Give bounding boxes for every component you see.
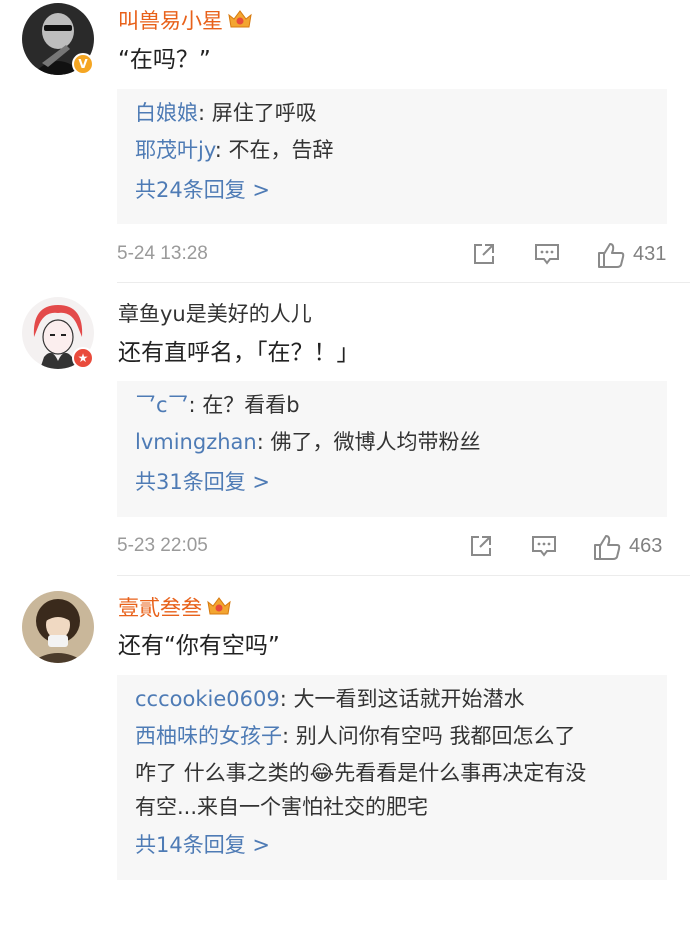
crown-icon: [227, 8, 253, 36]
like-icon[interactable]: [592, 533, 622, 561]
reply-text: 不在，告辞: [228, 138, 334, 162]
reply-line: lvmingzhan: 佛了，微博人均带粉丝: [135, 422, 649, 462]
avatar[interactable]: [22, 591, 94, 663]
replies-box[interactable]: 白娘娘: 屏住了呼吸 耶茂叶jy: 不在，告辞 共24条回复 >: [117, 89, 667, 224]
reply-line: 咋了 什么事之类的😂先看看是什么事再决定有没: [135, 756, 649, 790]
comment-text: 还有直呼名，「在？！」: [118, 340, 360, 366]
reply-sep: :: [198, 101, 212, 125]
crown-icon: [206, 595, 232, 623]
reply-line: 白娘娘: 屏住了呼吸: [135, 97, 649, 130]
divider: [117, 282, 690, 283]
replies-box[interactable]: cccookie0609: 大一看到这话就开始潜水 西柚味的女孩子: 别人问你有…: [117, 675, 667, 880]
username[interactable]: 叫兽易小星: [118, 8, 253, 36]
comment-text: 还有“你有空吗”: [118, 633, 280, 659]
share-icon[interactable]: [471, 241, 497, 267]
comment-text: “在吗？”: [118, 47, 211, 73]
comment-footer: 5-23 22:05 463: [117, 531, 667, 561]
reply-username[interactable]: 耶茂叶jy: [135, 138, 215, 162]
reply-sep: :: [188, 393, 203, 417]
reply-sep: :: [256, 430, 271, 454]
username[interactable]: 壹貳叁叁: [118, 595, 232, 623]
reply-line: 西柚味的女孩子: 别人问你有空吗 我都回怎么了: [135, 716, 649, 756]
reply-username[interactable]: lvmingzhan: [135, 430, 257, 454]
comment-icon[interactable]: [533, 241, 561, 267]
reply-username[interactable]: cccookie0609: [135, 687, 280, 711]
reply-text: 佛了，微博人均带粉丝: [270, 430, 481, 454]
like-count: 431: [633, 243, 667, 265]
reply-username[interactable]: 西柚味的女孩子: [135, 724, 282, 748]
timestamp: 5-23 22:05: [117, 535, 208, 556]
like-count: 463: [629, 535, 663, 557]
reply-text: 咋了 什么事之类的😂先看看是什么事再决定有没: [135, 761, 587, 785]
share-icon[interactable]: [468, 533, 494, 559]
comment-icon[interactable]: [530, 533, 558, 559]
more-replies-link[interactable]: 共14条回复 >: [135, 824, 649, 866]
divider: [117, 575, 690, 576]
reply-text: 别人问你有空吗 我都回怎么了: [295, 724, 576, 748]
reply-line: 有空...来自一个害怕社交的肥宅: [135, 790, 649, 824]
reply-text: 在？看看b: [202, 393, 300, 417]
username[interactable]: 章鱼yu是美好的人儿: [118, 301, 312, 327]
reply-username[interactable]: 乛c乛: [135, 393, 189, 417]
reply-line: 耶茂叶jy: 不在，告辞: [135, 130, 649, 170]
like-icon[interactable]: [596, 241, 626, 269]
reply-text: 大一看到这话就开始潜水: [293, 687, 525, 711]
timestamp: 5-24 13:28: [117, 243, 208, 264]
comment-footer: 5-24 13:28 431: [117, 239, 667, 269]
username-text[interactable]: 章鱼yu是美好的人儿: [118, 302, 312, 326]
more-replies-link[interactable]: 共24条回复 >: [135, 170, 649, 210]
reply-sep: :: [279, 687, 294, 711]
reply-text: 屏住了呼吸: [211, 101, 317, 125]
verified-badge-icon: V: [72, 53, 94, 75]
username-text[interactable]: 壹貳叁叁: [118, 596, 202, 620]
reply-line: cccookie0609: 大一看到这话就开始潜水: [135, 683, 649, 716]
reply-line: 乛c乛: 在？看看b: [135, 389, 649, 422]
star-badge-icon: ★: [72, 347, 94, 369]
username-text[interactable]: 叫兽易小星: [118, 9, 223, 33]
reply-text: 有空...来自一个害怕社交的肥宅: [135, 795, 429, 819]
reply-sep: :: [282, 724, 296, 748]
more-replies-link[interactable]: 共31条回复 >: [135, 462, 649, 502]
replies-box[interactable]: 乛c乛: 在？看看b lvmingzhan: 佛了，微博人均带粉丝 共31条回复…: [117, 381, 667, 517]
reply-username[interactable]: 白娘娘: [135, 101, 198, 125]
reply-sep: :: [214, 138, 229, 162]
